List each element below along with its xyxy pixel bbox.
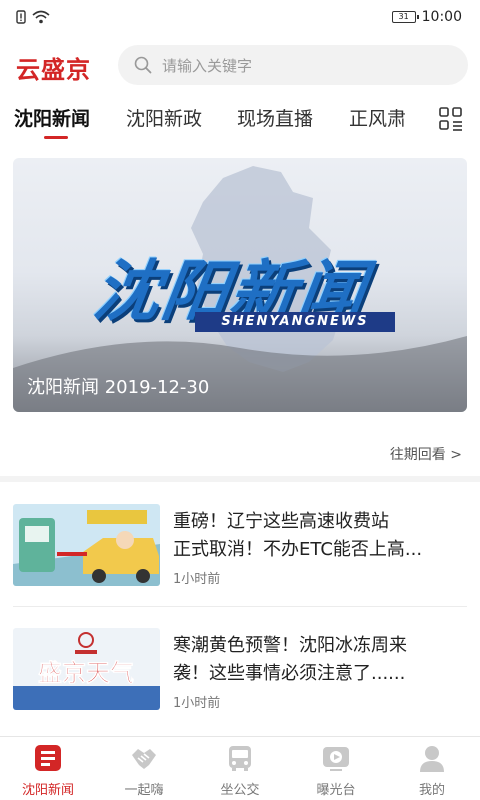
channel-menu-icon[interactable] xyxy=(438,106,464,132)
news-timestamp: 1小时前 xyxy=(173,696,221,711)
bottom-navigation: 沈阳新闻 一起嗨 坐公交 曝光台 我的 xyxy=(0,736,480,800)
hero-caption: 沈阳新闻 2019-12-30 xyxy=(27,377,210,398)
tab-shenyang-news[interactable]: 沈阳新闻 xyxy=(14,104,90,131)
tab-shenyang-policy[interactable]: 沈阳新政 xyxy=(126,104,202,131)
toll-cartoon-image xyxy=(13,504,160,586)
past-episodes-link[interactable]: 往期回看 > xyxy=(390,444,462,464)
bus-icon xyxy=(229,746,251,771)
alert-icon xyxy=(16,10,26,24)
battery-icon: 31 xyxy=(391,11,419,23)
nav-label: 沈阳新闻 xyxy=(21,783,74,798)
news-item[interactable]: 重磅！辽宁这些高速收费站 正式取消！不办ETC能否上高... 1小时前 xyxy=(13,504,467,588)
weather-logo-image: 盛京天气 xyxy=(13,628,160,710)
nav-shenyang-news[interactable]: 沈阳新闻 xyxy=(0,743,96,799)
news-title-line: 正式取消！不办ETC能否上高... xyxy=(173,539,423,560)
status-icons-right: 31 10:00 xyxy=(391,9,462,25)
list-divider xyxy=(13,606,467,607)
thumb-weather-text: 盛京天气 xyxy=(38,659,134,687)
nav-label: 一起嗨 xyxy=(124,783,164,798)
search-placeholder: 请输入关键字 xyxy=(162,56,253,75)
nav-together[interactable]: 一起嗨 xyxy=(96,743,192,799)
channel-tabs: 沈阳新闻 沈阳新政 现场直播 正风肃 xyxy=(0,96,480,146)
hero-subtitle-art: SHENYANGNEWS xyxy=(195,312,395,332)
video-icon xyxy=(323,747,349,771)
news-thumbnail: 盛京天气 xyxy=(13,628,160,710)
nav-bus[interactable]: 坐公交 xyxy=(192,743,288,799)
app-logo[interactable]: 云盛京 xyxy=(16,50,91,85)
section-divider xyxy=(0,476,480,482)
news-title-line: 重磅！辽宁这些高速收费站 xyxy=(173,511,389,532)
active-tab-indicator xyxy=(44,136,68,139)
tab-discipline[interactable]: 正风肃 xyxy=(349,104,406,131)
clock: 10:00 xyxy=(421,9,462,25)
nav-profile[interactable]: 我的 xyxy=(384,743,480,799)
tab-live[interactable]: 现场直播 xyxy=(237,104,313,131)
search-icon xyxy=(134,56,152,74)
search-input[interactable]: 请输入关键字 xyxy=(118,45,468,85)
nav-exposure[interactable]: 曝光台 xyxy=(288,743,384,799)
news-item[interactable]: 盛京天气 寒潮黄色预警！沈阳冰冻周来 袭！这些事情必须注意了...... 1小时… xyxy=(13,628,467,712)
nav-label: 我的 xyxy=(418,783,445,798)
app-header: 云盛京 请输入关键字 xyxy=(0,42,480,88)
status-icons-left xyxy=(16,10,50,24)
news-title: 寒潮黄色预警！沈阳冰冻周来 袭！这些事情必须注意了...... xyxy=(173,632,465,688)
nav-label: 曝光台 xyxy=(316,783,356,798)
handshake-icon xyxy=(132,749,156,769)
wifi-icon xyxy=(32,10,50,24)
status-bar: 31 10:00 xyxy=(0,0,480,36)
nav-label: 坐公交 xyxy=(220,783,260,798)
hero-video-banner[interactable]: 沈阳新闻 SHENYANGNEWS 沈阳新闻 2019-12-30 xyxy=(13,158,467,412)
person-icon xyxy=(420,746,444,772)
news-thumbnail xyxy=(13,504,160,586)
news-title-line: 寒潮黄色预警！沈阳冰冻周来 xyxy=(173,635,407,656)
news-title-line: 袭！这些事情必须注意了...... xyxy=(173,663,406,684)
news-icon xyxy=(35,745,61,771)
news-title: 重磅！辽宁这些高速收费站 正式取消！不办ETC能否上高... xyxy=(173,508,465,564)
news-timestamp: 1小时前 xyxy=(173,572,221,587)
